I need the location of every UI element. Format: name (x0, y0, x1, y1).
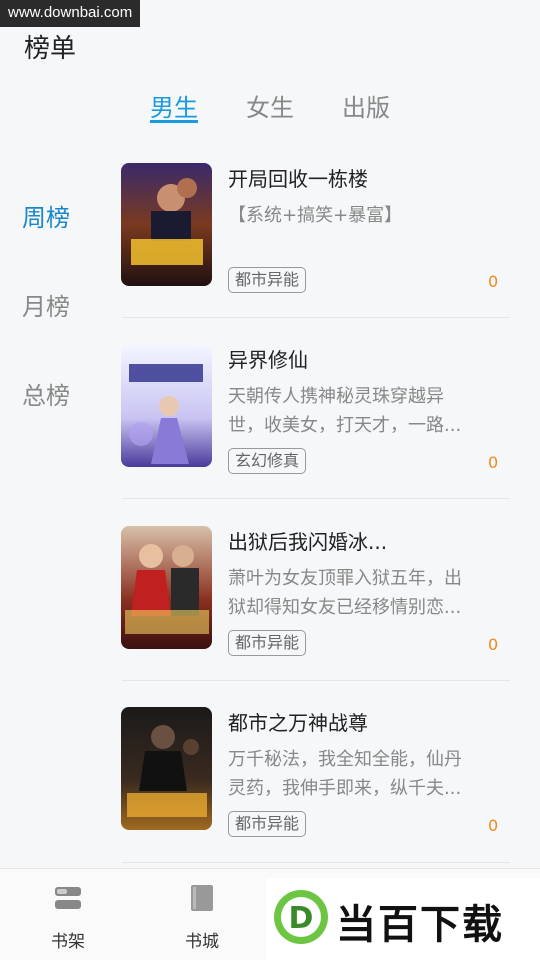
bottom-nav-bookshelf[interactable]: 书架 (28, 869, 108, 960)
genre-tag[interactable]: 玄幻修真 (228, 448, 307, 474)
divider (122, 498, 510, 499)
genre-tag[interactable]: 都市异能 (228, 267, 307, 293)
book-cover[interactable] (121, 526, 212, 649)
book-cover[interactable] (121, 707, 212, 830)
genre-tag[interactable]: 都市异能 (228, 630, 307, 656)
brand-name: 当百下载 (336, 902, 504, 948)
book-title[interactable]: 都市之万神战尊 (228, 707, 498, 736)
brand-logo-icon: D (274, 890, 328, 944)
book-cover[interactable] (121, 163, 212, 286)
book-description: 【系统+搞笑+暴富】 (228, 205, 403, 226)
book-title[interactable]: 开局回收一栋楼 (228, 163, 498, 192)
bookshelf-icon (53, 883, 83, 917)
book-count: 0 (488, 816, 499, 835)
side-item-total[interactable]: 总榜 (22, 376, 70, 411)
book-title[interactable]: 异界修仙 (228, 344, 498, 373)
book-description: 萧叶为女友顶罪入狱五年，出狱却得知女友已经移情别恋... (228, 568, 462, 618)
bottom-nav-bookstore[interactable]: 书城 (162, 869, 242, 960)
divider (122, 680, 510, 681)
book-description: 天朝传人携神秘灵珠穿越异世，收美女，打天才，一路... (228, 386, 462, 436)
book-description: 万千秘法，我全知全能，仙丹灵药，我伸手即来，纵千夫... (228, 749, 462, 799)
bottom-nav-label: 书城 (185, 932, 219, 952)
bottom-nav-label: 书架 (51, 932, 85, 952)
divider (122, 862, 510, 863)
book-cover[interactable] (121, 344, 212, 467)
side-item-weekly[interactable]: 周榜 (22, 198, 70, 233)
divider (122, 317, 510, 318)
book-title[interactable]: 出狱后我闪婚冰... (228, 526, 498, 555)
site-watermark: www.downbai.com (0, 0, 141, 27)
tab-male[interactable]: 男生 (150, 88, 198, 123)
book-count: 0 (488, 635, 499, 654)
active-tab-indicator (150, 120, 198, 123)
category-tabs: 男生 女生 出版 (150, 88, 410, 128)
svg-text:D: D (289, 901, 314, 936)
page-title: 榜单 (24, 34, 77, 64)
side-item-monthly[interactable]: 月榜 (22, 287, 70, 322)
book-icon (187, 883, 217, 917)
brand-watermark: D 当百下载 (266, 878, 540, 960)
genre-tag[interactable]: 都市异能 (228, 811, 307, 837)
tab-female[interactable]: 女生 (246, 88, 294, 123)
tab-publish[interactable]: 出版 (342, 88, 390, 123)
book-count: 0 (488, 453, 499, 472)
book-count: 0 (488, 272, 499, 291)
